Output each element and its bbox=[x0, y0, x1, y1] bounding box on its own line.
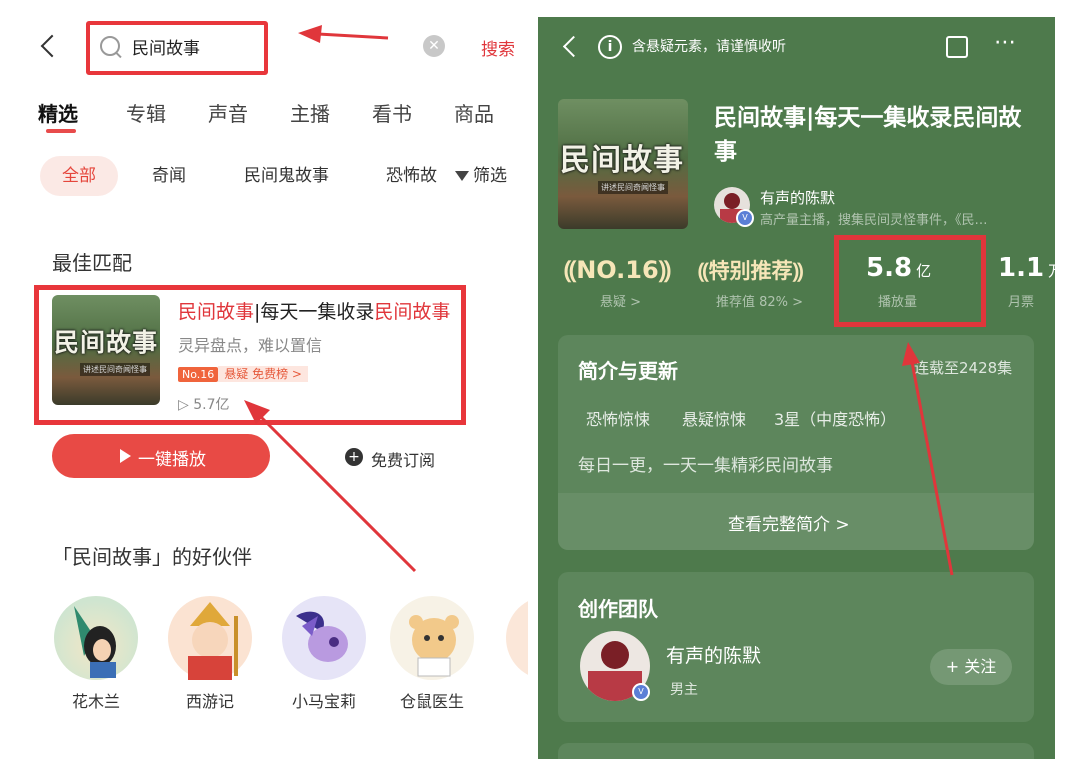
filter-label: 筛选 bbox=[473, 166, 507, 186]
partner-name[interactable]: 西游记 bbox=[168, 688, 252, 712]
tab-sounds[interactable]: 声音 bbox=[208, 98, 248, 127]
team-title: 创作团队 bbox=[578, 597, 658, 621]
play-count-value: 5.7亿 bbox=[193, 397, 230, 413]
member-role: 男主 bbox=[670, 682, 698, 698]
cover-title: 民间故事 bbox=[560, 143, 684, 178]
clear-search-icon[interactable]: ✕ bbox=[423, 35, 445, 57]
filter-icon bbox=[455, 171, 469, 181]
more-icon[interactable]: ⋯ bbox=[994, 30, 1017, 55]
tag-suspense[interactable]: 悬疑惊悚 bbox=[682, 406, 746, 430]
rank-badge[interactable]: No.16 悬疑 免费榜 > bbox=[178, 363, 308, 382]
tag-horror[interactable]: 恐怖惊悚 bbox=[586, 406, 650, 430]
intro-title: 简介与更新 bbox=[578, 359, 678, 383]
back-icon[interactable] bbox=[562, 35, 585, 58]
monthly-ticket-stat[interactable]: 1.1万 bbox=[998, 253, 1055, 283]
cover-title: 民间故事 bbox=[54, 328, 159, 357]
tab-albums[interactable]: 专辑 bbox=[126, 98, 166, 127]
rank-label: 悬疑 > bbox=[600, 295, 642, 310]
ticket-value: 1.1 bbox=[998, 253, 1045, 283]
member-name[interactable]: 有声的陈默 bbox=[666, 641, 761, 668]
play-count-stat: 5.8 亿 bbox=[866, 253, 931, 283]
laurel-icon: ⸨ bbox=[698, 259, 709, 283]
album-cover: 民间故事 讲述民间奇闻怪事 bbox=[558, 99, 688, 229]
title-highlight: 民间故事 bbox=[374, 301, 451, 323]
filter-chip-strange[interactable]: 奇闻 bbox=[152, 156, 186, 196]
play-icon bbox=[120, 449, 131, 463]
play-all-button[interactable]: 一键播放 bbox=[52, 434, 270, 478]
album-cover: 民间故事 讲述民间奇闻怪事 bbox=[52, 295, 160, 405]
recommend-value: 特别推荐 bbox=[708, 259, 793, 283]
album-title: 民间故事|每天一集收录民间故事 bbox=[714, 105, 1022, 165]
play-count-label: 播放量 bbox=[878, 295, 918, 310]
recommend-stat[interactable]: ⸨特别推荐⸩ bbox=[698, 255, 803, 285]
title-highlight: 民间故事 bbox=[178, 301, 255, 323]
tab-hosts[interactable]: 主播 bbox=[290, 98, 330, 127]
share-icon[interactable] bbox=[946, 36, 968, 58]
tab-products[interactable]: 商品 bbox=[454, 98, 494, 127]
album-detail-panel: i 含悬疑元素，请谨慎收听 ⋯ 民间故事 讲述民间奇闻怪事 民间故事|每天一集收… bbox=[538, 17, 1055, 759]
pony-icon bbox=[296, 611, 348, 662]
episode-count: 连载至2428集 bbox=[914, 359, 1013, 377]
next-card bbox=[558, 743, 1034, 759]
intro-description: 每日一更，一天一集精彩民间故事 bbox=[578, 456, 833, 476]
partner-avatar-mulan[interactable] bbox=[54, 596, 138, 680]
active-tab-indicator bbox=[46, 129, 76, 133]
search-button[interactable]: 搜索 bbox=[481, 35, 515, 60]
ticket-label: 月票 bbox=[1008, 295, 1035, 310]
hamster-icon bbox=[409, 615, 459, 677]
partner-avatar-partial[interactable] bbox=[506, 596, 528, 680]
recommend-label: 推荐值 82% > bbox=[716, 295, 804, 310]
best-match-heading: 最佳匹配 bbox=[52, 251, 132, 275]
filter-button[interactable]: 筛选 bbox=[455, 156, 507, 196]
rank-value: NO.16 bbox=[576, 256, 659, 284]
partner-name[interactable]: 小马宝莉 bbox=[282, 688, 366, 712]
tag-rating[interactable]: 3星（中度恐怖） bbox=[774, 406, 896, 430]
cover-subtitle: 讲述民间奇闻怪事 bbox=[598, 181, 668, 194]
host-description: 高产量主播，搜集民间灵怪事件，《民… bbox=[760, 213, 988, 228]
partners-heading: 「民间故事」的好伙伴 bbox=[52, 545, 252, 569]
subscribe-label: 免费订阅 bbox=[371, 451, 436, 470]
tab-books[interactable]: 看书 bbox=[372, 98, 412, 127]
rank-number: No.16 bbox=[178, 367, 219, 382]
filter-chip-ghost[interactable]: 民间鬼故事 bbox=[244, 156, 329, 196]
result-subtitle: 灵异盘点，难以置信 bbox=[178, 336, 323, 355]
verified-icon: V bbox=[736, 209, 754, 227]
search-input[interactable]: 民间故事 bbox=[132, 34, 200, 59]
search-icon bbox=[100, 36, 120, 56]
play-count-icon: ▷ bbox=[178, 397, 194, 413]
laurel-icon: ⸨ bbox=[564, 256, 577, 284]
partner-avatar-hamster[interactable] bbox=[390, 596, 474, 680]
laurel-icon: ⸩ bbox=[658, 256, 671, 284]
tab-featured[interactable]: 精选 bbox=[38, 98, 78, 127]
play-count-unit: 亿 bbox=[916, 262, 932, 280]
play-count-value: 5.8 bbox=[866, 253, 913, 283]
filter-chip-all[interactable]: 全部 bbox=[40, 156, 118, 196]
title-middle: |每天一集收录 bbox=[254, 301, 375, 323]
search-results-panel: 民间故事 ✕ 搜索 精选 专辑 声音 主播 看书 商品 全部 奇闻 民间鬼故事 … bbox=[0, 0, 528, 768]
partner-name[interactable]: 花木兰 bbox=[54, 688, 138, 712]
plus-icon: + bbox=[345, 448, 363, 466]
content-notice: 含悬疑元素，请谨慎收听 bbox=[632, 39, 786, 55]
verified-icon: V bbox=[632, 683, 650, 701]
partner-name[interactable]: 仓鼠医生 bbox=[390, 688, 474, 712]
follow-button[interactable]: + 关注 bbox=[930, 649, 1012, 685]
partner-avatar-xiyouji[interactable] bbox=[168, 596, 252, 680]
host-name[interactable]: 有声的陈默 bbox=[760, 187, 835, 208]
ticket-unit: 万 bbox=[1048, 262, 1055, 280]
back-icon[interactable] bbox=[40, 34, 64, 58]
tang-monk-icon bbox=[188, 602, 238, 680]
view-full-intro-link[interactable]: 查看完整简介 > bbox=[728, 510, 850, 535]
partner-avatar-mlp[interactable] bbox=[282, 596, 366, 680]
laurel-icon: ⸩ bbox=[792, 259, 804, 283]
mulan-icon bbox=[74, 606, 116, 678]
info-icon: i bbox=[598, 35, 622, 59]
filter-chip-horror[interactable]: 恐怖故 bbox=[386, 156, 437, 196]
cover-subtitle: 讲述民间奇闻怪事 bbox=[80, 363, 150, 376]
best-match-card[interactable]: 民间故事 讲述民间奇闻怪事 民间故事|每天一集收录民间故事 灵异盘点，难以置信 … bbox=[50, 292, 464, 418]
play-all-label: 一键播放 bbox=[138, 450, 206, 470]
rank-category: 悬疑 免费榜 > bbox=[218, 366, 308, 382]
result-title: 民间故事|每天一集收录民间故事 bbox=[178, 297, 450, 324]
play-count: ▷ 5.7亿 bbox=[178, 394, 229, 414]
rank-stat[interactable]: ⸨NO.16⸩ bbox=[564, 253, 671, 286]
